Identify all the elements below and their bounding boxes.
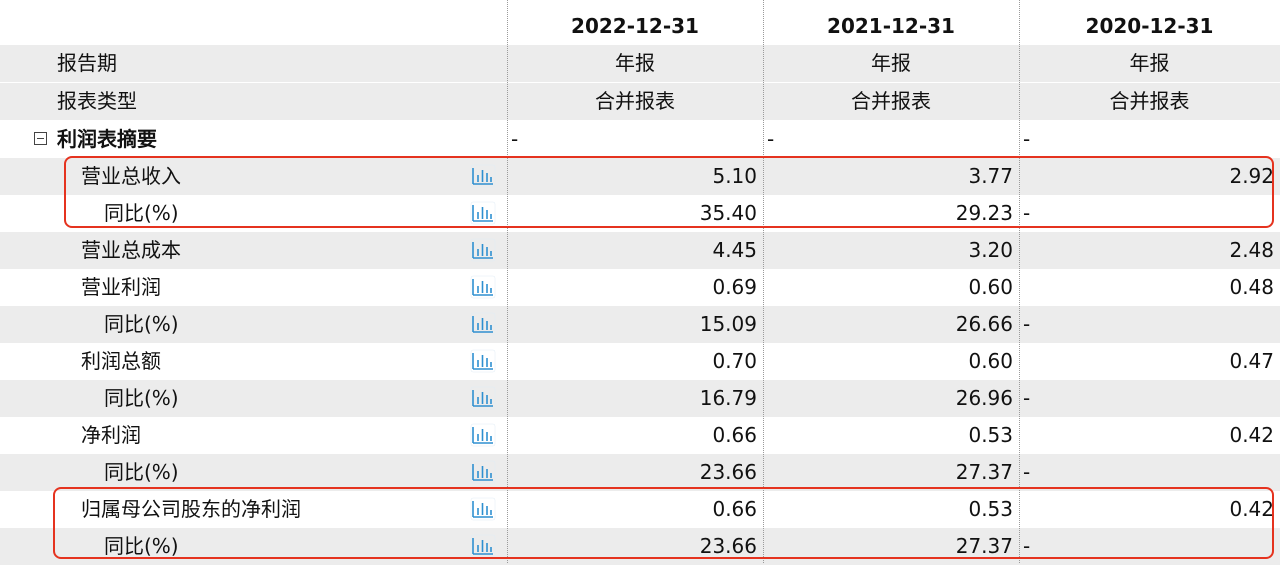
bar-chart-icon[interactable] — [470, 386, 496, 410]
row-value: 35.40 — [699, 201, 757, 225]
row-value: 26.96 — [955, 386, 1013, 410]
row-value: 0.69 — [712, 275, 757, 299]
table-row[interactable]: 同比(%) 15.09 26.66- — [0, 306, 1280, 343]
column-header-date[interactable]: 2021-12-31 — [763, 8, 1019, 45]
row-label: 同比(%) — [104, 201, 179, 225]
row-value: 0.66 — [712, 497, 757, 521]
bar-chart-icon[interactable] — [470, 275, 496, 299]
row-value: 29.23 — [955, 201, 1013, 225]
table-row[interactable]: 利润总额 0.70 0.60 0.47 — [0, 343, 1280, 380]
row-value: 4.45 — [712, 238, 757, 262]
row-value: - — [1023, 534, 1031, 558]
row-value: 26.66 — [955, 312, 1013, 336]
row-label: 同比(%) — [104, 386, 179, 410]
row-value: 0.60 — [968, 349, 1013, 373]
report-period-label: 报告期 — [57, 51, 117, 75]
row-value: 0.60 — [968, 275, 1013, 299]
row-value: 23.66 — [699, 534, 757, 558]
row-value: 27.37 — [955, 460, 1013, 484]
row-value: 2.48 — [1229, 238, 1274, 262]
row-label: 同比(%) — [104, 534, 179, 558]
row-value: 27.37 — [955, 534, 1013, 558]
section-value: - — [767, 127, 775, 151]
column-header-date[interactable]: 2020-12-31 — [1019, 8, 1280, 45]
section-value: - — [511, 127, 519, 151]
section-header-row[interactable]: 利润表摘要 - - - — [0, 121, 1280, 158]
collapse-toggle-icon[interactable] — [34, 132, 47, 145]
report-type-value: 合并报表 — [851, 89, 931, 113]
bar-chart-icon[interactable] — [470, 349, 496, 373]
report-type-value: 合并报表 — [1109, 89, 1190, 113]
row-value: 0.53 — [968, 497, 1013, 521]
row-value: - — [1023, 386, 1031, 410]
row-label: 同比(%) — [104, 460, 179, 484]
column-divider — [1019, 0, 1020, 563]
header-date-row: 2022-12-31 2021-12-31 2020-12-31 — [0, 8, 1280, 45]
table-row[interactable]: 同比(%) 35.40 29.23- — [0, 195, 1280, 232]
row-label: 营业利润 — [81, 275, 161, 299]
row-label: 营业总成本 — [81, 238, 181, 262]
row-label: 同比(%) — [104, 312, 179, 336]
row-label: 利润总额 — [81, 349, 161, 373]
table-row[interactable]: 营业总成本 4.45 3.20 2.48 — [0, 232, 1280, 269]
bar-chart-icon[interactable] — [470, 423, 496, 447]
column-divider — [763, 0, 764, 563]
report-period-value: 年报 — [871, 51, 911, 75]
bar-chart-icon[interactable] — [470, 534, 496, 558]
bar-chart-icon[interactable] — [470, 460, 496, 484]
row-value: 0.47 — [1229, 349, 1274, 373]
report-type-value: 合并报表 — [595, 89, 675, 113]
table-row[interactable]: 同比(%) 23.66 27.37- — [0, 528, 1280, 565]
row-value: - — [1023, 201, 1031, 225]
row-label: 营业总收入 — [81, 164, 181, 188]
row-value: 3.20 — [968, 238, 1013, 262]
row-value: 23.66 — [699, 460, 757, 484]
row-label: 归属母公司股东的净利润 — [81, 497, 301, 521]
row-value: 15.09 — [699, 312, 757, 336]
row-value: 2.92 — [1229, 164, 1274, 188]
section-title: 利润表摘要 — [57, 127, 157, 151]
row-value: - — [1023, 460, 1031, 484]
column-header-date[interactable]: 2022-12-31 — [507, 8, 763, 45]
row-value: 0.42 — [1229, 423, 1274, 447]
table-row[interactable]: 营业利润 0.69 0.60 0.48 — [0, 269, 1280, 306]
row-value: 0.48 — [1229, 275, 1274, 299]
row-value: 0.66 — [712, 423, 757, 447]
table-row[interactable]: 同比(%) 23.66 27.37- — [0, 454, 1280, 491]
bar-chart-icon[interactable] — [470, 164, 496, 188]
row-value: 0.53 — [968, 423, 1013, 447]
row-value: 5.10 — [712, 164, 757, 188]
report-period-value: 年报 — [1129, 51, 1170, 75]
table-row[interactable]: 净利润 0.66 0.53 0.42 — [0, 417, 1280, 454]
bar-chart-icon[interactable] — [470, 238, 496, 262]
report-type-row: 报表类型 合并报表 合并报表 合并报表 — [0, 83, 1280, 120]
header-corner — [0, 8, 507, 45]
table-row[interactable]: 归属母公司股东的净利润 0.66 0.53 0.42 — [0, 491, 1280, 528]
row-value: 3.77 — [968, 164, 1013, 188]
row-value: - — [1023, 312, 1031, 336]
table-row[interactable]: 营业总收入 5.10 3.77 2.92 — [0, 158, 1280, 195]
bar-chart-icon[interactable] — [470, 497, 496, 521]
row-value: 0.42 — [1229, 497, 1274, 521]
bar-chart-icon[interactable] — [470, 201, 496, 225]
bar-chart-icon[interactable] — [470, 312, 496, 336]
section-value: - — [1023, 127, 1031, 151]
row-value: 16.79 — [699, 386, 757, 410]
report-period-row: 报告期 年报 年报 年报 — [0, 45, 1280, 82]
report-period-value: 年报 — [615, 51, 655, 75]
report-type-label: 报表类型 — [57, 89, 137, 113]
row-label: 净利润 — [81, 423, 141, 447]
column-divider — [507, 0, 508, 563]
table-row[interactable]: 同比(%) 16.79 26.96- — [0, 380, 1280, 417]
row-value: 0.70 — [712, 349, 757, 373]
